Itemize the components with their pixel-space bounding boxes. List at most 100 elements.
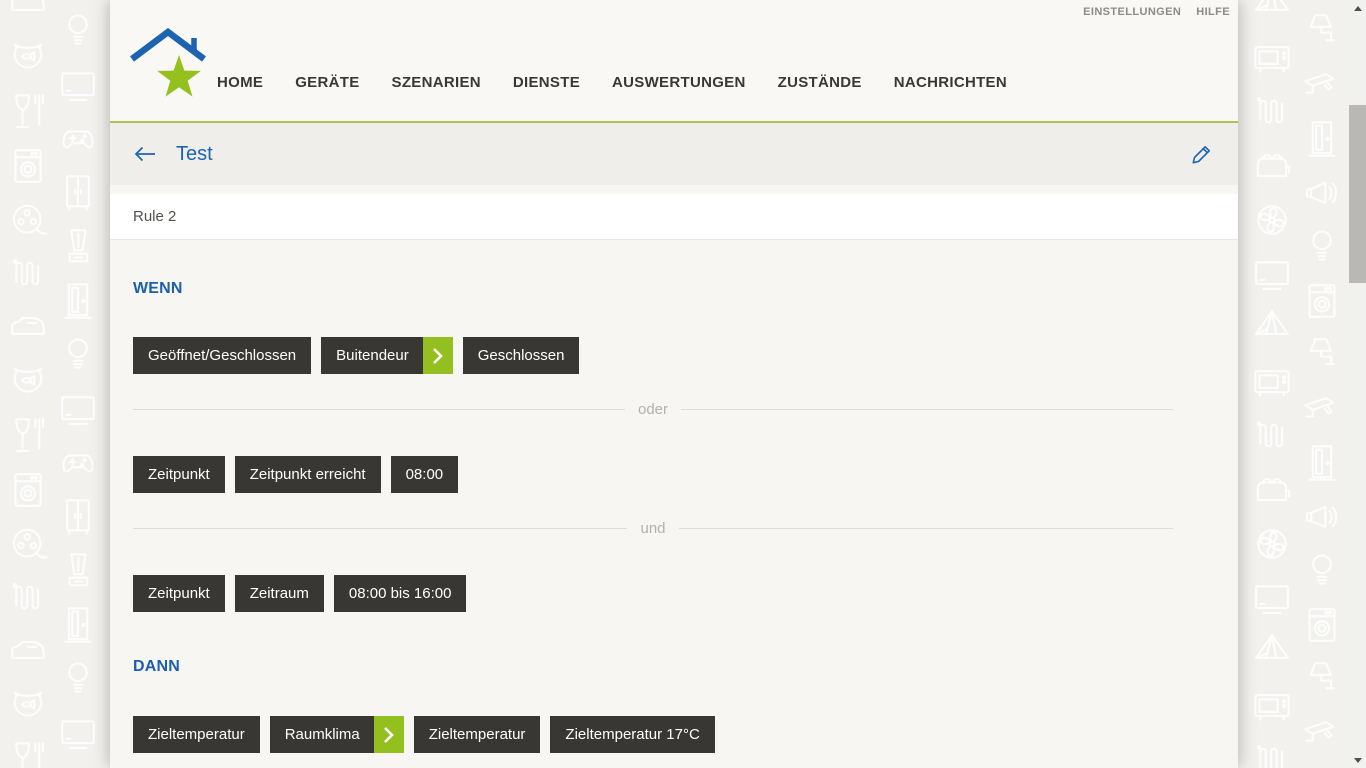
rule-name-row[interactable]: Rule 2: [110, 194, 1238, 240]
lightbulb-icon: [58, 11, 98, 51]
lightbulb-icon: [1302, 551, 1342, 591]
wineglass-icon: [8, 416, 48, 456]
scrollbar-thumb[interactable]: [1349, 105, 1366, 283]
scroll-up-button[interactable]: [1349, 0, 1366, 16]
chip-label: Zieltemperatur: [428, 726, 526, 743]
wardrobe-icon: [58, 497, 98, 537]
condition-row: Geöffnet/Geschlossen Buitendeur Geschlos…: [133, 337, 1238, 374]
page-title: Test: [176, 142, 213, 165]
pencil-icon: [1192, 146, 1210, 164]
chip-label: Zeitpunkt: [148, 466, 210, 483]
chip-label: Zeitpunkt: [148, 585, 210, 602]
microwave-icon: [1252, 686, 1292, 726]
washing-machine-icon: [1302, 281, 1342, 321]
main-nav: HOME GERÄTE SZENARIEN DIENSTE AUSWERTUNG…: [217, 74, 1007, 91]
heating-coil-icon: [1252, 92, 1292, 132]
action-parameter-chip[interactable]: Zieltemperatur: [413, 716, 541, 753]
tv-icon: [1252, 254, 1292, 294]
settings-link[interactable]: EINSTELLUNGEN: [1083, 6, 1181, 18]
condition-device-chip[interactable]: Buitendeur: [321, 337, 453, 374]
microwave-icon: [1252, 38, 1292, 78]
condition-type-chip[interactable]: Zeitpunkt: [133, 456, 225, 493]
dann-section-label: DANN: [133, 658, 181, 675]
lightbulb-icon: [58, 659, 98, 699]
edit-button[interactable]: [1192, 144, 1212, 169]
nav-item-auswertungen[interactable]: AUSWERTUNGEN: [612, 74, 746, 91]
heating-coil-icon: [8, 578, 48, 618]
megaphone-icon: [1302, 173, 1342, 213]
chip-label: Buitendeur: [336, 347, 409, 364]
nav-item-dienste[interactable]: DIENSTE: [513, 74, 580, 91]
top-utility-bar: EINSTELLUNGEN HILFE: [1083, 0, 1238, 24]
wardrobe-icon: [58, 173, 98, 213]
condition-trigger-chip[interactable]: Zeitpunkt erreicht: [234, 456, 381, 493]
divider-line: [133, 527, 628, 529]
toaster-icon: [1252, 146, 1292, 186]
condition-type-chip[interactable]: Zeitpunkt: [133, 575, 225, 612]
heating-coil-icon: [8, 254, 48, 294]
house-star-logo-icon: [130, 27, 206, 97]
tv-icon: [1252, 578, 1292, 618]
background-pattern-left: [0, 0, 110, 768]
chevron-right-icon[interactable]: [422, 337, 453, 374]
wineglass-icon: [8, 92, 48, 132]
nav-item-nachrichten[interactable]: NACHRICHTEN: [894, 74, 1007, 91]
nav-item-szenarien[interactable]: SZENARIEN: [392, 74, 481, 91]
chevron-right-icon[interactable]: [373, 716, 404, 753]
fan-icon: [1252, 524, 1292, 564]
game-controller-icon: [58, 443, 98, 483]
logic-divider-oder: oder: [133, 400, 1173, 418]
condition-type-chip[interactable]: Geöffnet/Geschlossen: [133, 337, 312, 374]
fishbowl-icon: [8, 686, 48, 726]
tv-icon: [58, 713, 98, 753]
condition-row: Zeitpunkt Zeitpunkt erreicht 08:00: [133, 456, 1238, 493]
scroll-down-button[interactable]: [1349, 752, 1366, 768]
divider-line: [678, 527, 1173, 529]
background-pattern-right: [1240, 0, 1349, 768]
paper-plane-icon: [1252, 632, 1292, 672]
film-reel-icon: [8, 200, 48, 240]
fan-icon: [1252, 200, 1292, 240]
fishbowl-icon: [8, 38, 48, 78]
door-icon: [1302, 443, 1342, 483]
chip-label: 08:00 bis 16:00: [348, 585, 452, 602]
triangle-up-icon: [1353, 5, 1362, 11]
chip-label: Geschlossen: [477, 347, 565, 364]
paper-plane-icon: [1252, 308, 1292, 348]
app-panel: EINSTELLUNGEN HILFE HOME GERÄTE SZENARIE…: [110, 0, 1238, 768]
app-logo[interactable]: [126, 27, 206, 107]
nav-item-zustaende[interactable]: ZUSTÄNDE: [778, 74, 862, 91]
action-type-chip[interactable]: Zieltemperatur: [133, 716, 260, 753]
help-link[interactable]: HILFE: [1196, 6, 1230, 18]
iron-icon: [8, 0, 48, 24]
heating-coil-icon: [1252, 740, 1292, 768]
condition-state-chip[interactable]: Geschlossen: [462, 337, 580, 374]
action-value-chip[interactable]: Zieltemperatur 17°C: [550, 716, 715, 753]
fishbowl-icon: [8, 362, 48, 402]
vertical-scrollbar[interactable]: [1349, 0, 1366, 768]
nav-item-geraete[interactable]: GERÄTE: [295, 74, 359, 91]
lightbulb-icon: [1302, 227, 1342, 267]
rule-editor-content: WENN Geöffnet/Geschlossen Buitendeur Ges…: [110, 280, 1238, 753]
heating-coil-icon: [1252, 416, 1292, 456]
chip-label: Zeitraum: [249, 585, 309, 602]
nav-item-home[interactable]: HOME: [217, 74, 263, 91]
action-device-chip[interactable]: Raumklima: [269, 716, 404, 753]
condition-timerange-chip[interactable]: 08:00 bis 16:00: [333, 575, 467, 612]
washing-machine-icon: [1302, 605, 1342, 645]
condition-time-chip[interactable]: 08:00: [390, 456, 459, 493]
wall-lamp-icon: [1302, 659, 1342, 699]
arrow-left-icon: [134, 146, 155, 162]
rule-name: Rule 2: [133, 208, 177, 225]
chip-label: Zeitpunkt erreicht: [249, 466, 366, 483]
divider-label: und: [640, 519, 666, 537]
condition-range-chip[interactable]: Zeitraum: [234, 575, 324, 612]
megaphone-icon: [1302, 497, 1342, 537]
triangle-down-icon: [1353, 757, 1362, 763]
washing-machine-icon: [8, 470, 48, 510]
back-button[interactable]: [134, 146, 156, 162]
chip-label: Raumklima: [284, 726, 360, 743]
iron-icon: [8, 632, 48, 672]
security-camera-icon: [1302, 713, 1342, 753]
chip-label: Zieltemperatur 17°C: [565, 726, 700, 743]
